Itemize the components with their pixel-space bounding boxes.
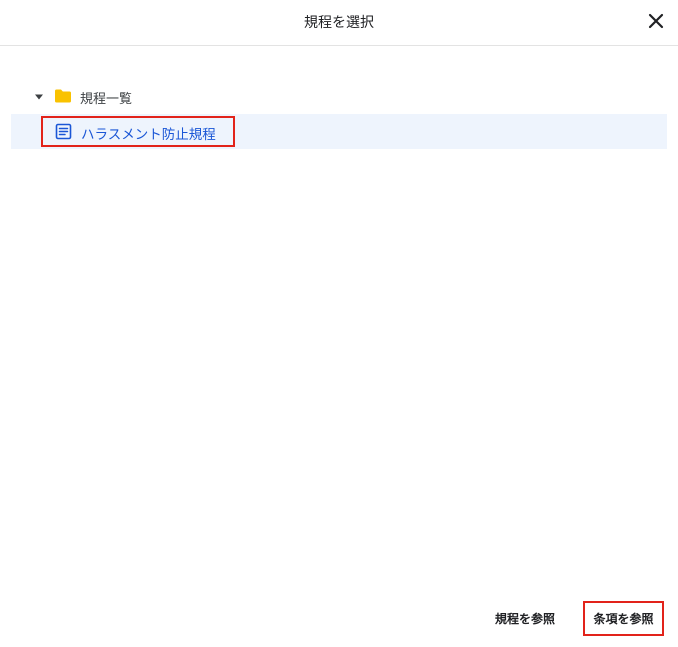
tree-folder-row[interactable]: 規程一覧 xyxy=(11,80,667,114)
dialog-footer: 規程を参照 条項を参照 xyxy=(0,598,678,638)
regulation-tree: 規程一覧 ハラスメント防止規程 xyxy=(11,80,667,149)
view-article-button[interactable]: 条項を参照 xyxy=(583,601,664,636)
view-regulation-button[interactable]: 規程を参照 xyxy=(486,601,564,635)
close-icon xyxy=(648,13,664,29)
tree-item-label: ハラスメント防止規程 xyxy=(81,127,216,143)
document-icon xyxy=(55,123,72,140)
folder-icon xyxy=(55,89,71,103)
dialog-header: 規程を選択 xyxy=(0,0,678,46)
tree-item-harassment-regulation[interactable]: ハラスメント防止規程 xyxy=(11,114,667,149)
dialog-title: 規程を選択 xyxy=(304,15,374,31)
close-button[interactable] xyxy=(644,9,668,33)
select-regulation-dialog: 規程を選択 規程一覧 ハラスメント防止規程 規程を参照 条項を参照 xyxy=(0,0,678,647)
caret-down-icon[interactable] xyxy=(34,92,44,102)
folder-label: 規程一覧 xyxy=(80,92,133,107)
